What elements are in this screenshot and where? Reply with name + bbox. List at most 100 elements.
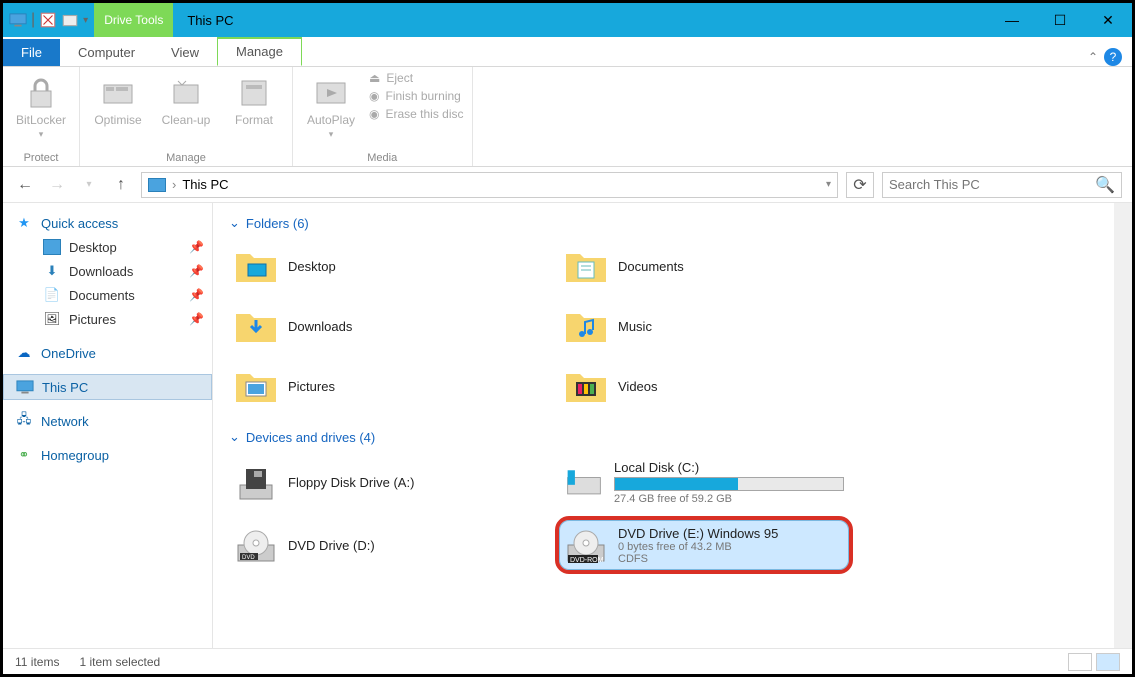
videos-folder-icon xyxy=(564,366,608,406)
drive-dvd-d[interactable]: DVD DVD Drive (D:) xyxy=(229,520,519,570)
disc-erase-icon: ◉ xyxy=(369,107,379,121)
drive-floppy[interactable]: Floppy Disk Drive (A:) xyxy=(229,455,519,510)
tab-view[interactable]: View xyxy=(153,39,217,66)
dvd-rom-icon: DVD-ROM xyxy=(564,525,608,565)
sidebar-item-desktop[interactable]: Desktop📌 xyxy=(3,235,212,259)
star-icon: ★ xyxy=(15,215,33,231)
search-input[interactable] xyxy=(889,177,1095,192)
sidebar-thispc[interactable]: This PC xyxy=(3,374,212,400)
back-button[interactable]: ← xyxy=(13,173,37,197)
content-area: ★ Quick access Desktop📌 ⬇Downloads📌 📄Doc… xyxy=(3,203,1132,648)
pin-icon: 📌 xyxy=(189,312,204,326)
storage-bar xyxy=(614,477,844,491)
collapse-ribbon-icon[interactable]: ⌃ xyxy=(1088,50,1098,64)
network-icon: 🖧 xyxy=(15,413,33,429)
music-folder-icon xyxy=(564,306,608,346)
sidebar-onedrive[interactable]: ☁OneDrive xyxy=(3,341,212,365)
navigation-pane: ★ Quick access Desktop📌 ⬇Downloads📌 📄Doc… xyxy=(3,203,213,648)
up-button[interactable]: ↑ xyxy=(109,173,133,197)
pin-icon: 📌 xyxy=(189,288,204,302)
downloads-icon: ⬇ xyxy=(43,263,61,279)
folder-desktop[interactable]: Desktop xyxy=(229,241,519,291)
properties-icon[interactable] xyxy=(39,11,57,29)
drive-local-c[interactable]: Local Disk (C:) 27.4 GB free of 59.2 GB xyxy=(559,455,849,510)
svg-text:DVD: DVD xyxy=(242,555,255,561)
close-button[interactable]: ✕ xyxy=(1084,3,1132,37)
optimise-button[interactable]: Optimise xyxy=(88,71,148,127)
finish-burning-button[interactable]: ◉Finish burning xyxy=(369,89,464,103)
folder-downloads[interactable]: Downloads xyxy=(229,301,519,351)
address-dropdown-icon[interactable]: ▾ xyxy=(826,179,831,190)
sidebar-quick-access[interactable]: ★ Quick access xyxy=(3,211,212,235)
maximize-button[interactable]: ☐ xyxy=(1036,3,1084,37)
explorer-window: | ▾ Drive Tools This PC — ☐ ✕ File Compu… xyxy=(0,0,1135,677)
sidebar-item-downloads[interactable]: ⬇Downloads📌 xyxy=(3,259,212,283)
sidebar-homegroup[interactable]: ⚭Homegroup xyxy=(3,443,212,467)
status-bar: 11 items 1 item selected xyxy=(3,648,1132,674)
cleanup-button[interactable]: Clean-up xyxy=(156,71,216,127)
folder-documents[interactable]: Documents xyxy=(559,241,849,291)
address-bar[interactable]: › This PC ▾ xyxy=(141,172,838,198)
qat-dropdown-icon[interactable]: ▾ xyxy=(83,15,88,26)
breadcrumb-sep: › xyxy=(172,177,176,192)
sidebar-item-pictures[interactable]: 🖼Pictures📌 xyxy=(3,307,212,331)
group-header-drives[interactable]: ⌄Devices and drives (4) xyxy=(229,429,1116,445)
drive-tools-tab-header: Drive Tools xyxy=(94,3,173,37)
desktop-icon xyxy=(43,239,61,255)
pin-icon: 📌 xyxy=(189,264,204,278)
sidebar-network[interactable]: 🖧Network xyxy=(3,409,212,433)
pictures-folder-icon xyxy=(234,366,278,406)
autoplay-button[interactable]: AutoPlay▾ xyxy=(301,71,361,140)
refresh-button[interactable]: ⟳ xyxy=(846,172,874,198)
eject-button[interactable]: ⏏Eject xyxy=(369,71,464,85)
thispc-icon xyxy=(16,379,34,395)
onedrive-icon: ☁ xyxy=(15,345,33,361)
pictures-icon: 🖼 xyxy=(43,311,61,327)
group-header-folders[interactable]: ⌄Folders (6) xyxy=(229,215,1116,231)
optimise-icon xyxy=(100,75,136,111)
minimize-button[interactable]: — xyxy=(988,3,1036,37)
recent-locations-button[interactable]: ▾ xyxy=(77,173,101,197)
file-tab[interactable]: File xyxy=(3,39,60,66)
documents-icon: 📄 xyxy=(43,287,61,303)
format-icon xyxy=(236,75,272,111)
svg-text:DVD-ROM: DVD-ROM xyxy=(570,557,604,564)
lock-icon xyxy=(23,75,59,111)
window-title: This PC xyxy=(173,13,247,28)
folder-videos[interactable]: Videos xyxy=(559,361,849,411)
pin-icon: 📌 xyxy=(189,240,204,254)
drive-dvd-e[interactable]: DVD-ROM DVD Drive (E:) Windows 95 0 byte… xyxy=(559,520,849,570)
quick-access-toolbar: | ▾ xyxy=(3,11,94,29)
status-item-count: 11 items xyxy=(15,655,59,669)
main-view: ⌄Folders (6) Desktop Documents Downloads… xyxy=(213,203,1132,648)
details-view-button[interactable] xyxy=(1068,653,1092,671)
group-manage-label: Manage xyxy=(80,152,292,166)
new-folder-icon[interactable] xyxy=(61,11,79,29)
thispc-icon xyxy=(148,178,166,192)
format-button[interactable]: Format xyxy=(224,71,284,127)
search-icon: 🔍 xyxy=(1095,175,1115,195)
folder-pictures[interactable]: Pictures xyxy=(229,361,519,411)
help-icon[interactable]: ? xyxy=(1104,48,1122,66)
thispc-icon xyxy=(9,11,27,29)
eject-icon: ⏏ xyxy=(369,71,380,85)
breadcrumb-location[interactable]: This PC xyxy=(182,177,228,192)
downloads-folder-icon xyxy=(234,306,278,346)
erase-disc-button[interactable]: ◉Erase this disc xyxy=(369,107,464,121)
tiles-view-button[interactable] xyxy=(1096,653,1120,671)
tab-manage[interactable]: Manage xyxy=(217,37,302,66)
group-protect-label: Protect xyxy=(3,152,79,166)
dvd-icon: DVD xyxy=(234,525,278,565)
cleanup-icon xyxy=(168,75,204,111)
ribbon: BitLocker▾ Protect Optimise Clean-up For… xyxy=(3,67,1132,167)
search-box[interactable]: 🔍 xyxy=(882,172,1122,198)
vertical-scrollbar[interactable] xyxy=(1114,203,1132,648)
folder-music[interactable]: Music xyxy=(559,301,849,351)
sidebar-item-documents[interactable]: 📄Documents📌 xyxy=(3,283,212,307)
tab-computer[interactable]: Computer xyxy=(60,39,153,66)
forward-button[interactable]: → xyxy=(45,173,69,197)
bitlocker-button[interactable]: BitLocker▾ xyxy=(11,71,71,140)
autoplay-icon xyxy=(313,75,349,111)
homegroup-icon: ⚭ xyxy=(15,447,33,463)
disk-icon xyxy=(564,463,604,503)
